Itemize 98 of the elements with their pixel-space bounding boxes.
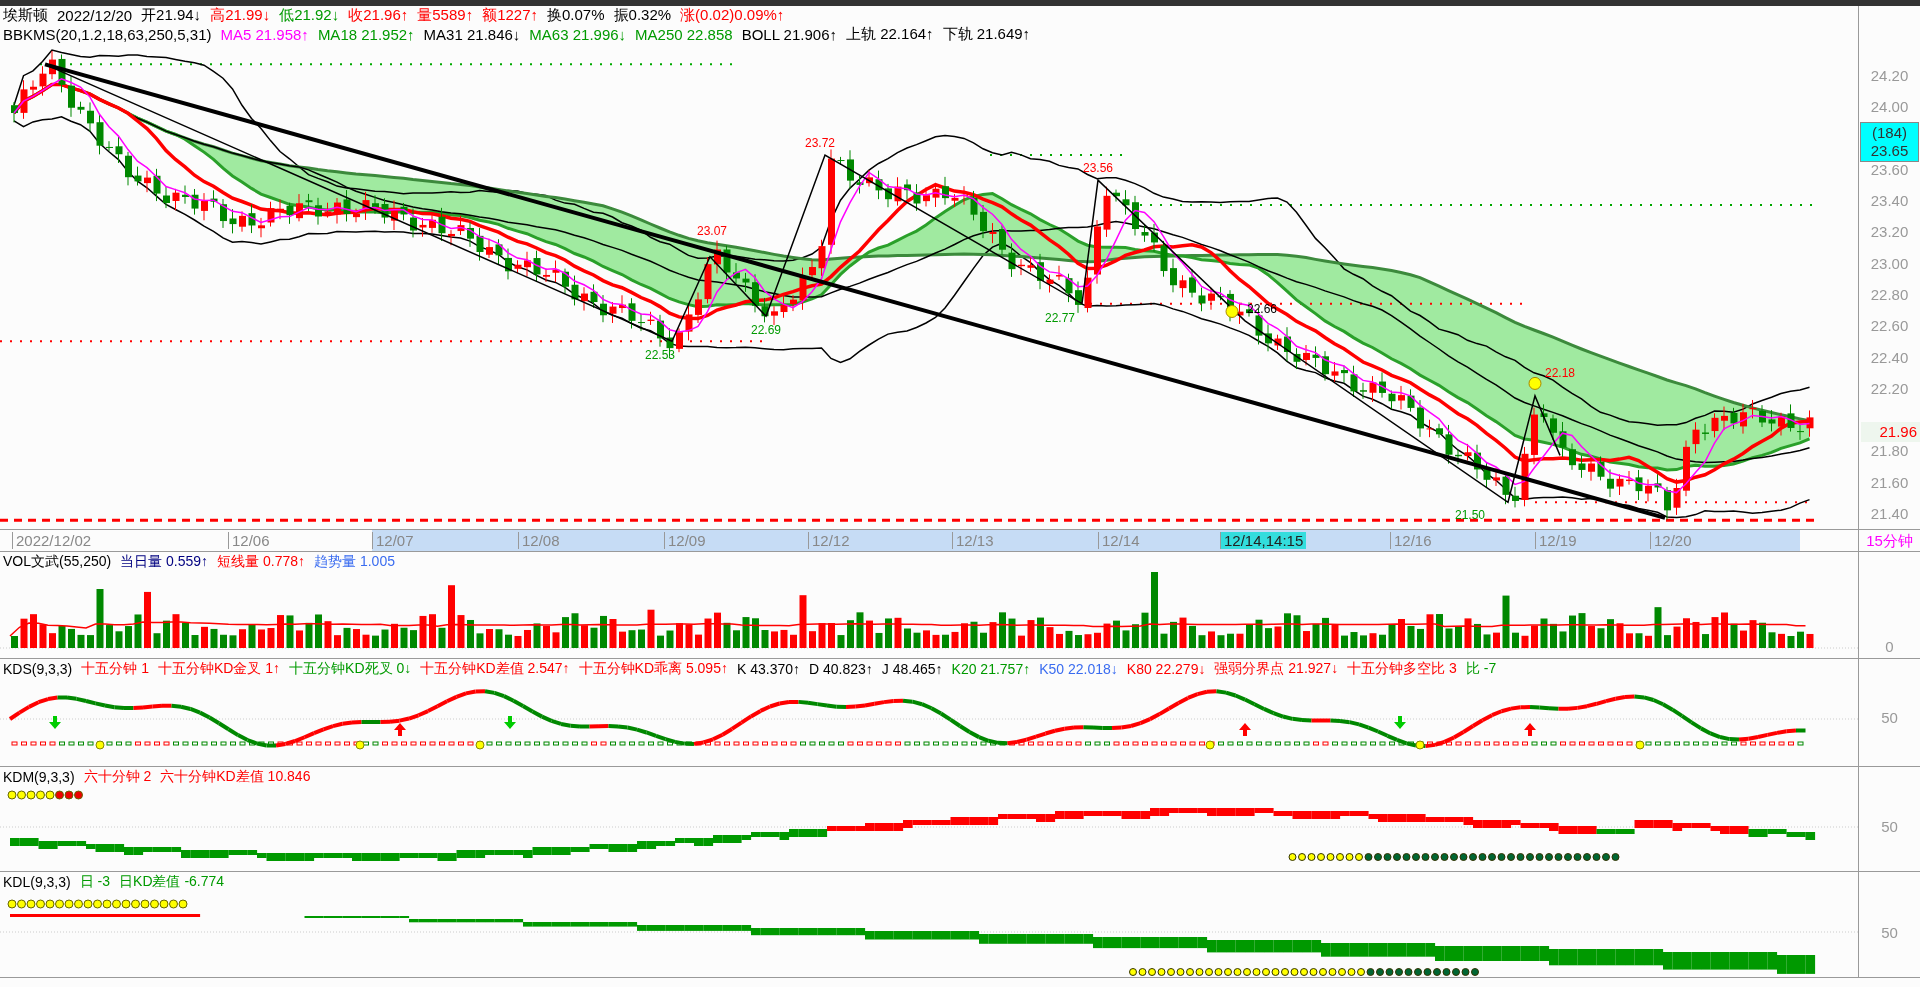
quote-field: 高21.99↓ xyxy=(210,6,271,25)
indicator-value: MA31 21.846↓ xyxy=(423,26,521,43)
up-arrow-icon xyxy=(1524,723,1536,736)
indicator-value: 六十分钟KD差值 10.846 xyxy=(160,768,311,786)
indicator-value: KDM(9,3,3) xyxy=(3,769,75,785)
price-label: 22.77 xyxy=(1045,310,1075,325)
indicator-value: K50 22.018↓ xyxy=(1039,661,1118,677)
quote-field: 量5589↑ xyxy=(417,6,474,25)
price-tick: 24.20 xyxy=(1870,67,1909,85)
indicator-value: KDL(9,3,3) xyxy=(3,874,71,890)
price-label: 23.07 xyxy=(697,223,727,238)
quote-field: 收21.96↑ xyxy=(348,6,409,25)
quote-field: 埃斯顿 xyxy=(3,6,48,25)
dot-marker xyxy=(95,740,105,750)
dot-marker xyxy=(355,740,365,750)
indicator-value: K80 22.279↓ xyxy=(1126,661,1206,677)
indicator-value: 日KD差值 -6.774 xyxy=(119,873,225,891)
price-tick: 24.00 xyxy=(1870,98,1909,117)
indicator-value: K 43.370↑ xyxy=(736,661,800,677)
price-tick: 21.40 xyxy=(1870,504,1909,523)
date-label: 12/09 xyxy=(664,532,709,549)
indicator-value: 日 -3 xyxy=(79,873,111,891)
date-label: 2022/12/02 xyxy=(12,532,95,549)
quote-field: 低21.92↓ xyxy=(279,6,340,25)
quote-field: 开21.94↓ xyxy=(141,6,202,25)
quote-field: 振0.32% xyxy=(613,6,672,25)
indicator-value: 六十分钟 2 xyxy=(83,768,152,786)
last-price-tag: 21.96 xyxy=(1861,422,1920,442)
indicator-value: 趋势量 1.005 xyxy=(314,553,395,571)
indicator-value: 比 -7 xyxy=(1465,660,1497,678)
date-label: 12/12 xyxy=(808,532,853,549)
indicator-value: J 48.465↑ xyxy=(881,661,943,677)
price-tick: 21.60 xyxy=(1870,473,1909,492)
price-label: 21.50 xyxy=(1455,508,1485,523)
indicator-value: D 40.823↑ xyxy=(809,661,873,677)
price-tick: 22.20 xyxy=(1870,379,1909,398)
up-arrow-icon xyxy=(1239,723,1251,736)
down-arrow-icon xyxy=(1394,716,1406,729)
dot-marker xyxy=(1205,740,1215,750)
indicator-value: MA250 22.858 xyxy=(635,26,733,43)
price-tick: 23.20 xyxy=(1870,223,1909,242)
indicator-value: MA5 21.958↑ xyxy=(220,26,309,43)
indicator-value: MA18 21.952↑ xyxy=(317,26,415,43)
price-tick: 21.80 xyxy=(1870,442,1909,461)
indicator-value: 短线量 0.778↑ xyxy=(217,553,306,571)
indicator-value: K20 21.757↑ xyxy=(951,661,1031,677)
quote-field: 额1227↑ xyxy=(482,6,538,25)
price-label: 22.18 xyxy=(1545,366,1575,380)
indicator-value: 十五分钟多空比 3 xyxy=(1347,660,1457,678)
price-label: 22.69 xyxy=(751,323,781,338)
date-label: 12/14,14:15 xyxy=(1220,532,1307,549)
axis-label: 50 xyxy=(1881,709,1898,726)
indicator-value: VOL文武(55,250) xyxy=(3,553,112,571)
axis-label: 0 xyxy=(1885,638,1894,655)
dot-marker xyxy=(475,740,485,750)
down-arrow-icon xyxy=(504,716,516,729)
indicator-value: 十五分钟 1 xyxy=(81,660,149,678)
indicator-value: BBKMS(20,1.2,18,63,250,5,31) xyxy=(3,26,212,43)
indicator-value: MA63 21.996↓ xyxy=(529,26,627,43)
price-label: 23.56 xyxy=(1083,161,1113,176)
indicator-value: 当日量 0.559↑ xyxy=(120,553,209,571)
indicator-value: 十五分钟KD金叉 1↑ xyxy=(157,660,281,678)
price-tick: 23.60 xyxy=(1870,160,1909,179)
indicator-value: 十五分钟KD死叉 0↓ xyxy=(289,660,412,678)
date-label: 12/19 xyxy=(1535,532,1580,549)
indicator-value: BOLL 21.906↑ xyxy=(741,26,837,43)
price-tick: 22.40 xyxy=(1870,348,1909,367)
dot-marker xyxy=(1635,740,1645,750)
axis-label: 50 xyxy=(1881,818,1898,835)
quote-field: 涨(0.02)0.09%↑ xyxy=(680,6,785,25)
up-arrow-icon xyxy=(394,723,406,736)
indicator-value: 强弱分界点 21.927↓ xyxy=(1214,660,1339,678)
indicator-value: KDS(9,3,3) xyxy=(3,661,73,677)
date-label: 12/07 xyxy=(372,532,417,549)
date-label: 12/06 xyxy=(228,532,273,549)
indicator-value: 下轨 21.649↑ xyxy=(942,25,1031,44)
date-label: 12/08 xyxy=(518,532,563,549)
date-label: 12/16 xyxy=(1390,532,1435,549)
dot-marker xyxy=(1415,740,1425,750)
cursor-count: (184) xyxy=(1872,124,1907,142)
price-tick: 22.60 xyxy=(1870,317,1909,336)
down-arrow-icon xyxy=(49,716,61,729)
indicator-value: 上轨 22.164↑ xyxy=(846,25,934,44)
date-label: 12/13 xyxy=(952,532,997,549)
indicator-value: 十五分钟KD差值 2.547↑ xyxy=(420,660,570,678)
indicator-value: 十五分钟KD乖离 5.095↑ xyxy=(578,660,728,678)
price-tick: 23.00 xyxy=(1870,254,1909,273)
price-label: 22.53 xyxy=(645,348,675,363)
date-label: 12/20 xyxy=(1650,532,1695,549)
date-label: 12/14 xyxy=(1098,532,1143,549)
period-label[interactable]: 15分钟 xyxy=(1858,530,1920,551)
cursor-price: 23.65 xyxy=(1870,142,1909,160)
price-tick: 22.80 xyxy=(1870,285,1909,304)
quote-field: 2022/12/20 xyxy=(57,7,133,24)
price-tick: 23.40 xyxy=(1870,192,1909,211)
price-label: 23.72 xyxy=(805,136,835,151)
axis-label: 50 xyxy=(1881,924,1898,941)
quote-field: 换0.07% xyxy=(547,6,605,25)
